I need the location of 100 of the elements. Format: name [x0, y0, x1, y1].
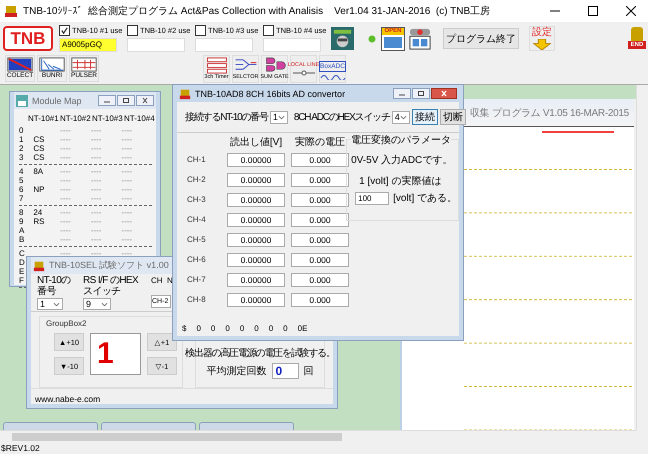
module-cell: ---- — [121, 226, 132, 235]
settings-button[interactable]: 設定 — [529, 26, 555, 51]
status-value: 0 — [283, 324, 288, 332]
horizontal-scrollbar[interactable] — [0, 430, 636, 442]
voltage-field: 0.000 — [291, 293, 349, 307]
channel-label: CH-2 — [187, 174, 207, 186]
maximize-icon[interactable] — [588, 6, 598, 16]
voltage-field: 0.000 — [291, 253, 349, 267]
voltage-field: 0.000 — [291, 213, 349, 227]
disconnect-button[interactable]: 切断 — [440, 109, 466, 125]
checkbox[interactable] — [195, 25, 206, 36]
address-cell-text: B — [19, 235, 26, 244]
address-cell-text: 1 — [19, 135, 24, 144]
window-title: Module Map — [32, 96, 82, 106]
field-label: NT-10の番号 — [37, 275, 72, 297]
module-cell: ---- — [90, 144, 102, 153]
address-cell-text: D — [19, 258, 26, 267]
module-cell: CS — [33, 144, 44, 153]
chart-icon — [70, 57, 98, 72]
count-field[interactable]: 0 — [272, 363, 298, 379]
unit-label: [volt] である。 — [393, 192, 458, 205]
address-cell-text: 0 — [19, 126, 24, 135]
column-header: 実際の電圧 — [294, 136, 346, 147]
address-cell-text: F — [19, 276, 25, 285]
description-text: 0V-5V 入力ADCです。 — [351, 154, 454, 167]
module-cell: ---- — [60, 135, 71, 144]
unit-label: 回 — [304, 365, 314, 378]
window-title: 収集 プログラム V1.05 16-MAR-2015 — [470, 106, 629, 120]
close-icon[interactable] — [626, 6, 636, 16]
module-cell: ---- — [90, 208, 102, 217]
hex-dropdown[interactable]: 4 — [392, 110, 410, 124]
address-cell-text: 5 — [19, 176, 24, 185]
channel-label: CH-7 — [187, 274, 207, 286]
address-cell-text: 7 — [19, 194, 24, 203]
serial-field[interactable] — [263, 38, 321, 52]
module-cell: ---- — [90, 235, 102, 244]
minimize-icon[interactable] — [393, 88, 411, 99]
close-icon[interactable] — [431, 88, 457, 99]
module-cell: ---- — [60, 194, 71, 203]
connect-button[interactable]: 接続 — [412, 109, 438, 125]
close-link-icon[interactable] — [409, 28, 431, 50]
module-cell: RS — [33, 217, 44, 226]
field-label: 8CH ADCのHEXスイッチ — [294, 111, 390, 124]
module-cell: ---- — [60, 217, 71, 226]
number-dropdown[interactable]: 1 — [37, 298, 63, 310]
description-text: 検出器の高圧電源の電圧を試験する。 — [185, 346, 335, 360]
wave-icon — [320, 72, 346, 80]
module-cell: ---- — [90, 167, 102, 176]
app-icon — [179, 88, 191, 100]
website-link[interactable]: www.nabe-e.com — [35, 394, 100, 404]
chart-icon — [38, 57, 66, 72]
hex-dropdown[interactable]: 9 — [83, 298, 111, 310]
description-text: 1 [volt] の実際値は — [359, 174, 442, 188]
voltage-field: 0.000 — [291, 273, 349, 287]
module-cell: ---- — [60, 126, 71, 135]
module-cell: ---- — [60, 235, 71, 244]
read-value-field: 0.00000 — [227, 153, 285, 167]
scale-field[interactable]: 100 — [355, 192, 390, 204]
module-cell: ---- — [90, 217, 102, 226]
number-display: 1 — [90, 333, 141, 375]
app-icon — [33, 260, 45, 272]
number-dropdown[interactable]: 1 — [270, 110, 288, 124]
checkbox[interactable] — [127, 25, 138, 36]
module-cell: ---- — [60, 226, 71, 235]
module-cell: ---- — [121, 126, 132, 135]
column-header: NT-10#1 — [28, 114, 60, 122]
read-value-field: 0.00000 — [227, 253, 285, 267]
exit-button[interactable]: プログラム終了 — [443, 28, 519, 49]
field-label: RS I/F のHEXスイッチ — [83, 275, 140, 297]
module-cell: ---- — [121, 135, 132, 144]
module-cell: ---- — [121, 194, 132, 203]
module-cell: ---- — [60, 176, 71, 185]
window-title: TNB-10ｼﾘｰｽﾞ 総合測定プログラム Act&Pas Collection with Analisis Ver1.04 31-JAN-2016 (c) TNB工房 — [23, 4, 490, 18]
column-header: 読出し値[V] — [228, 136, 284, 147]
status-value: 0 — [268, 324, 274, 332]
voltage-field: 0.000 — [291, 193, 349, 207]
read-value-field: 0.00000 — [227, 273, 285, 287]
column-header: NT-10#4 — [124, 114, 156, 122]
module-cell: ---- — [60, 167, 71, 176]
caret-icon — [278, 114, 285, 120]
address-cell-text: C — [19, 249, 26, 258]
address-cell-text: E — [19, 267, 26, 276]
address-cell-text: 3 — [19, 153, 24, 162]
column-header: NT-10#3 — [92, 114, 124, 122]
checkbox[interactable] — [263, 25, 274, 36]
serial-field[interactable] — [195, 38, 253, 52]
channel-label: CH-3 — [187, 194, 207, 206]
maximize-icon[interactable] — [412, 88, 430, 99]
read-value-field: 0.00000 — [227, 193, 285, 207]
module-cell: ---- — [121, 217, 132, 226]
tnb-logo: TNB — [3, 26, 53, 51]
module-cell: ---- — [60, 208, 71, 217]
status-value: 0 — [254, 324, 259, 332]
map-icon — [16, 94, 28, 106]
voltage-field: 0.000 — [291, 153, 349, 167]
checkbox[interactable] — [59, 25, 70, 36]
robot-icon[interactable] — [331, 27, 354, 50]
serial-field[interactable]: A9005pGQ — [59, 38, 117, 52]
module-cell: ---- — [60, 185, 71, 194]
serial-field[interactable] — [127, 38, 185, 52]
